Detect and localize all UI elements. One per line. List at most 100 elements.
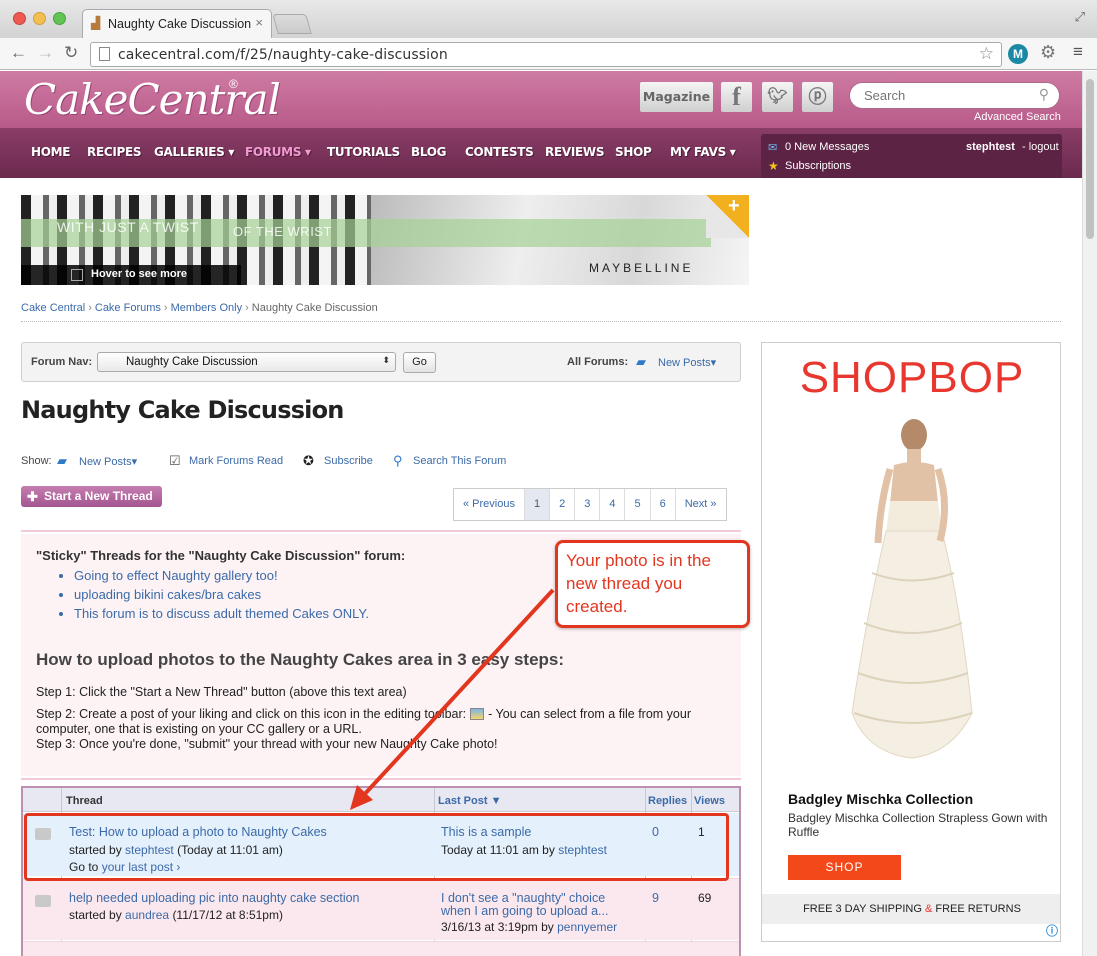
ad-brand-logo[interactable]: SHOPBOP bbox=[762, 353, 1060, 403]
close-window-button[interactable] bbox=[13, 12, 26, 25]
table-row: help needed uploading pic into naughty c… bbox=[23, 878, 739, 940]
replies-count[interactable]: 9 bbox=[652, 891, 659, 905]
sticky-thread-link[interactable]: Going to effect Naughty gallery too! bbox=[74, 566, 369, 585]
zoom-window-button[interactable] bbox=[53, 12, 66, 25]
search-icon[interactable]: ⚲ bbox=[1039, 86, 1049, 103]
last-post-title-link[interactable]: I don't see a "naughty" choice bbox=[441, 891, 605, 905]
pager-page[interactable]: 4 bbox=[600, 489, 626, 520]
nav-contests[interactable]: CONTESTS bbox=[465, 145, 534, 159]
side-ad[interactable]: SHOPBOP Badgley Mischka Collection Badgl… bbox=[761, 342, 1061, 942]
back-icon[interactable]: ← bbox=[10, 44, 27, 62]
logout-link[interactable]: - logout bbox=[1022, 141, 1059, 153]
nav-my-favs[interactable]: MY FAVS ▾ bbox=[670, 145, 736, 159]
subscriptions-link[interactable]: Subscriptions bbox=[785, 160, 851, 172]
pager-previous[interactable]: « Previous bbox=[454, 489, 525, 520]
forward-icon[interactable]: → bbox=[37, 44, 54, 62]
extension-gear-icon[interactable]: ⚙ bbox=[1040, 42, 1056, 63]
extension-m-icon[interactable]: M bbox=[1008, 44, 1028, 64]
nav-forums[interactable]: FORUMS ▾ bbox=[245, 145, 311, 159]
banner-subline: OF THE WRIST bbox=[233, 224, 332, 239]
url-text[interactable]: cakecentral.com/f/25/naughty-cake-discus… bbox=[118, 47, 448, 63]
search-this-forum-link[interactable]: Search This Forum bbox=[413, 455, 506, 467]
new-tab-button[interactable] bbox=[272, 14, 312, 34]
model-photo[interactable] bbox=[762, 413, 1061, 783]
adchoices-icon[interactable]: ⓘ bbox=[1046, 922, 1058, 939]
advanced-search-link[interactable]: Advanced Search bbox=[974, 111, 1061, 123]
envelope-icon: ✉ bbox=[768, 142, 778, 154]
breadcrumb-item[interactable]: Cake Central bbox=[21, 302, 85, 314]
header-views[interactable]: Views bbox=[694, 795, 725, 807]
scrollbar-thumb[interactable] bbox=[1086, 79, 1094, 239]
forum-select-value: Naughty Cake Discussion bbox=[126, 356, 258, 368]
nav-reviews[interactable]: REVIEWS bbox=[545, 145, 604, 159]
banner-hover-bar[interactable]: Hover to see more bbox=[21, 265, 241, 285]
sticky-thread-link[interactable]: This forum is to discuss adult themed Ca… bbox=[74, 604, 369, 623]
magnifier-icon: ⚲ bbox=[393, 453, 403, 468]
pager-page[interactable]: 3 bbox=[575, 489, 601, 520]
breadcrumb-item[interactable]: Members Only bbox=[171, 302, 243, 314]
site-search[interactable]: ⚲ bbox=[849, 82, 1060, 109]
ad-title[interactable]: Badgley Mischka Collection bbox=[788, 791, 973, 807]
header-thread[interactable]: Thread bbox=[66, 795, 103, 807]
forum-tools: Show: ▰ New Posts▾ ☑ Mark Forums Read ✪ … bbox=[21, 453, 741, 473]
nav-galleries[interactable]: GALLERIES ▾ bbox=[154, 145, 234, 159]
forum-select[interactable]: Naughty Cake Discussion ⬍ bbox=[97, 352, 396, 372]
new-messages-link[interactable]: 0 New Messages bbox=[785, 141, 869, 153]
pager-page[interactable]: 2 bbox=[550, 489, 576, 520]
last-post-meta: 3/16/13 at 3:19pm by pennyemer bbox=[441, 920, 618, 934]
user-panel: ✉ 0 New Messages ★ Subscriptions stephte… bbox=[761, 134, 1062, 178]
nav-recipes[interactable]: RECIPES bbox=[87, 145, 142, 159]
last-post-title-link[interactable]: when I am going to upload a... bbox=[441, 904, 608, 918]
pinterest-icon[interactable]: ⓟ bbox=[802, 82, 833, 112]
page-scrollbar[interactable] bbox=[1082, 71, 1097, 956]
tab-close-icon[interactable]: × bbox=[255, 15, 263, 30]
subscribe-link[interactable]: Subscribe bbox=[324, 455, 373, 467]
thread-title-link[interactable]: help needed uploading pic into naughty c… bbox=[69, 891, 360, 905]
upload-steps: Step 1: Click the "Start a New Thread" b… bbox=[36, 685, 726, 759]
facebook-icon[interactable]: f bbox=[721, 82, 752, 112]
breadcrumb: Cake Central › Cake Forums › Members Only › Na… bbox=[21, 302, 378, 314]
chevron-right-icon: › bbox=[88, 302, 92, 314]
header-last-post[interactable]: Last Post ▼ bbox=[438, 795, 501, 807]
nav-home[interactable]: HOME bbox=[31, 145, 70, 159]
address-bar[interactable]: cakecentral.com/f/25/naughty-cake-discus… bbox=[90, 42, 1002, 67]
chevron-right-icon: › bbox=[245, 302, 249, 314]
header-replies[interactable]: Replies bbox=[648, 795, 687, 807]
start-new-thread-button[interactable]: ✚ Start a New Thread bbox=[21, 486, 162, 507]
sticky-thread-link[interactable]: uploading bikini cakes/bra cakes bbox=[74, 585, 369, 604]
minimize-window-button[interactable] bbox=[33, 12, 46, 25]
forum-nav-bar: Forum Nav: Naughty Cake Discussion ⬍ Go … bbox=[21, 342, 741, 382]
author-link[interactable]: aundrea bbox=[125, 908, 169, 922]
new-posts-link[interactable]: New Posts▾ bbox=[79, 455, 137, 468]
username-link[interactable]: stephtest bbox=[966, 141, 1015, 153]
search-input[interactable] bbox=[862, 87, 1032, 104]
bookmark-star-icon[interactable]: ☆ bbox=[979, 44, 994, 64]
star-badge-icon: ✪ bbox=[303, 453, 314, 468]
nav-shop[interactable]: SHOP bbox=[615, 145, 652, 159]
pager-page[interactable]: 5 bbox=[625, 489, 651, 520]
reload-icon[interactable]: ↻ bbox=[64, 44, 78, 62]
banner-ad[interactable]: WITH JUST A TWIST OF THE WRIST Hover to … bbox=[21, 195, 749, 285]
ad-subtitle[interactable]: Badgley Mischka Collection Strapless Gow… bbox=[788, 811, 1048, 839]
pager-page[interactable]: 6 bbox=[651, 489, 676, 520]
shop-button[interactable]: SHOP bbox=[788, 855, 901, 880]
divider bbox=[21, 778, 741, 780]
mark-forums-read-link[interactable]: Mark Forums Read bbox=[189, 455, 283, 467]
nav-tutorials[interactable]: TUTORIALS bbox=[327, 145, 400, 159]
go-button[interactable]: Go bbox=[403, 352, 436, 373]
last-post-author-link[interactable]: pennyemer bbox=[557, 920, 617, 934]
callout-text: Your photo is in the new thread you crea… bbox=[566, 551, 711, 616]
plus-icon[interactable]: + bbox=[728, 195, 740, 218]
all-forums-label: All Forums: bbox=[567, 356, 629, 368]
twitter-icon[interactable]: 🐦︎ bbox=[762, 82, 793, 112]
all-forums-new-posts-link[interactable]: New Posts▾ bbox=[658, 356, 716, 369]
breadcrumb-item[interactable]: Cake Forums bbox=[95, 302, 161, 314]
pager-next[interactable]: Next » bbox=[676, 489, 726, 520]
nav-blog[interactable]: BLOG bbox=[411, 145, 447, 159]
site-logo[interactable]: CakeCentral bbox=[24, 75, 281, 124]
magazine-button[interactable]: Magazine bbox=[640, 82, 713, 112]
start-new-thread-label: Start a New Thread bbox=[44, 489, 153, 503]
fullscreen-icon[interactable]: ⤢ bbox=[1075, 9, 1085, 25]
browser-tab[interactable]: ▟ Naughty Cake Discussion × bbox=[82, 9, 272, 38]
browser-menu-icon[interactable]: ≡ bbox=[1073, 42, 1083, 62]
